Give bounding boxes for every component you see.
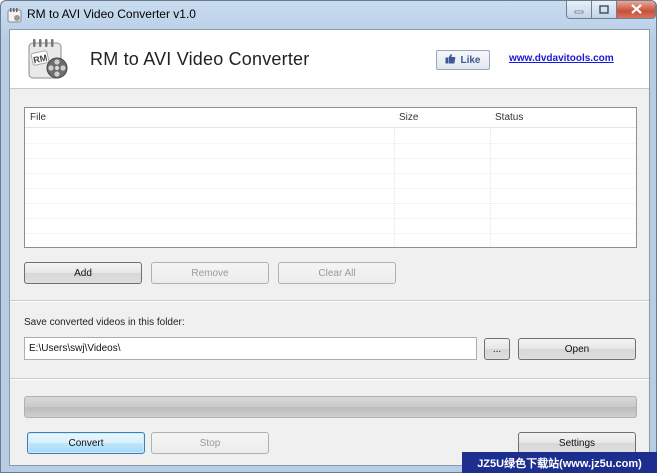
remove-button[interactable]: Remove <box>151 262 269 284</box>
row-divider <box>25 233 636 234</box>
close-icon <box>630 1 642 19</box>
column-header-status[interactable]: Status <box>490 108 636 128</box>
output-folder-label: Save converted videos in this folder: <box>24 317 185 328</box>
row-divider <box>25 188 636 189</box>
row-divider <box>25 203 636 204</box>
app-window: RM to AVI Video Converter v1.0 RM RM to … <box>0 0 657 473</box>
settings-button[interactable]: Settings <box>518 432 636 454</box>
column-header-file[interactable]: File <box>25 108 394 128</box>
row-divider <box>25 218 636 219</box>
row-divider <box>25 158 636 159</box>
minimize-button[interactable] <box>566 1 592 19</box>
like-label: Like <box>460 54 481 66</box>
title-bar[interactable]: RM to AVI Video Converter v1.0 <box>1 1 656 29</box>
column-divider <box>490 128 491 246</box>
row-divider <box>25 143 636 144</box>
column-header-size[interactable]: Size <box>394 108 490 128</box>
maximize-icon <box>599 1 609 19</box>
browse-button[interactable]: ... <box>484 338 510 360</box>
file-list[interactable]: File Size Status <box>24 107 637 248</box>
row-divider <box>25 173 636 174</box>
stop-button[interactable]: Stop <box>151 432 269 454</box>
minimize-icon <box>574 1 584 19</box>
app-header: RM RM to AVI Video Converter Like www.dv… <box>10 30 649 89</box>
conversion-progress-bar <box>24 396 637 418</box>
output-folder-input[interactable] <box>24 337 477 360</box>
clear-all-button[interactable]: Clear All <box>278 262 396 284</box>
like-button[interactable]: Like <box>436 50 490 70</box>
thumbs-up-icon <box>445 53 456 67</box>
window-title: RM to AVI Video Converter v1.0 <box>27 7 196 21</box>
main-panel: RM RM to AVI Video Converter Like www.dv… <box>9 29 650 466</box>
section-divider <box>10 378 649 380</box>
maximize-button[interactable] <box>591 1 617 19</box>
section-divider <box>10 300 649 302</box>
add-button[interactable]: Add <box>24 262 142 284</box>
app-logo: RM <box>26 38 72 80</box>
app-icon <box>7 7 23 23</box>
column-divider <box>394 128 395 246</box>
website-link[interactable]: www.dvdavitools.com <box>509 53 614 64</box>
convert-button[interactable]: Convert <box>27 432 145 454</box>
site-watermark: JZ5U绿色下载站(www.jz5u.com) <box>462 452 657 473</box>
close-button[interactable] <box>616 1 656 19</box>
open-folder-button[interactable]: Open <box>518 338 636 360</box>
app-title: RM to AVI Video Converter <box>90 49 310 69</box>
